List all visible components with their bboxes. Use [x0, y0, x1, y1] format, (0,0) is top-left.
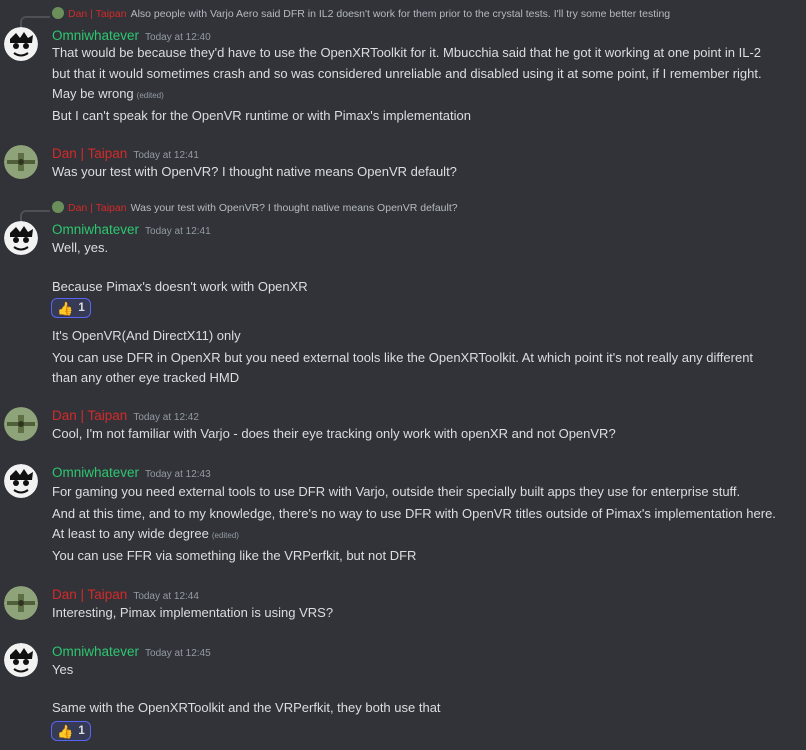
message-text-edited: At least to any wide degree (edited): [52, 526, 239, 541]
message-text: Was your test with OpenVR? I thought nat…: [52, 164, 457, 179]
reaction-count: 1: [78, 302, 85, 314]
timestamp: Today at 12:41: [133, 150, 199, 161]
message-text: Yes: [52, 662, 74, 677]
message-text: May be wrong: [52, 86, 134, 101]
timestamp: Today at 12:41: [145, 226, 211, 237]
message-text: Same with the OpenXRToolkit and the VRPe…: [52, 700, 441, 715]
message-text: That would be because they'd have to use…: [52, 45, 762, 60]
message-text: Cool, I'm not familiar with Varjo - does…: [52, 426, 616, 441]
reply-author: Dan | Taipan: [68, 202, 127, 214]
reply-preview[interactable]: Dan | Taipan Also people with Varjo Aero …: [52, 7, 671, 20]
edited-label: (edited): [136, 91, 164, 100]
avatar[interactable]: [4, 407, 38, 441]
reply-author: Dan | Taipan: [68, 8, 127, 20]
timestamp: Today at 12:43: [145, 469, 211, 480]
edited-label: (edited): [211, 531, 239, 540]
reply-connector: [20, 210, 50, 222]
username[interactable]: Omniwhatever: [52, 644, 139, 659]
message-text: It's OpenVR(And DirectX11) only: [52, 328, 241, 343]
message-text: than any other eye tracked HMD: [52, 370, 240, 385]
message-text: At least to any wide degree: [52, 526, 209, 541]
thumbs-up-icon: 👍: [57, 300, 74, 316]
reply-avatar: [52, 7, 64, 20]
username[interactable]: Dan | Taipan: [52, 146, 127, 161]
avatar[interactable]: [4, 586, 38, 620]
timestamp: Today at 12:44: [133, 591, 199, 602]
reply-connector: [20, 16, 50, 28]
timestamp: Today at 12:40: [145, 32, 211, 43]
message-text: For gaming you need external tools to us…: [52, 484, 741, 499]
avatar[interactable]: [4, 27, 38, 61]
reaction-count: 1: [78, 725, 85, 737]
reaction-thumbs-up[interactable]: 👍 1: [51, 298, 91, 318]
timestamp: Today at 12:42: [133, 412, 199, 423]
message-text: but that it would sometimes crash and so…: [52, 66, 762, 81]
reply-preview[interactable]: Dan | Taipan Was your test with OpenVR? I…: [52, 201, 458, 214]
username[interactable]: Omniwhatever: [52, 465, 139, 480]
message-text: You can use DFR in OpenXR but you need e…: [52, 350, 754, 365]
reply-text: Was your test with OpenVR? I thought nat…: [130, 202, 458, 214]
message-text: You can use FFR via something like the V…: [52, 548, 417, 563]
message-text: But I can't speak for the OpenVR runtime…: [52, 108, 471, 123]
avatar[interactable]: [4, 145, 38, 179]
timestamp: Today at 12:45: [145, 648, 211, 659]
message-text-edited: May be wrong (edited): [52, 86, 164, 101]
username[interactable]: Omniwhatever: [52, 222, 139, 237]
thumbs-up-icon: 👍: [57, 723, 74, 739]
avatar[interactable]: [4, 464, 38, 498]
username[interactable]: Dan | Taipan: [52, 408, 127, 423]
reaction-thumbs-up[interactable]: 👍 1: [51, 721, 91, 741]
message-text: Well, yes.: [52, 240, 109, 255]
username[interactable]: Omniwhatever: [52, 28, 139, 43]
reply-avatar: [52, 201, 64, 214]
username[interactable]: Dan | Taipan: [52, 587, 127, 602]
message-text: Interesting, Pimax implementation is usi…: [52, 605, 334, 620]
message-text: Because Pimax's doesn't work with OpenXR: [52, 279, 308, 294]
avatar[interactable]: [4, 221, 38, 255]
reply-text: Also people with Varjo Aero said DFR in …: [130, 8, 671, 20]
message-text: And at this time, and to my knowledge, t…: [52, 506, 776, 521]
avatar[interactable]: [4, 643, 38, 677]
